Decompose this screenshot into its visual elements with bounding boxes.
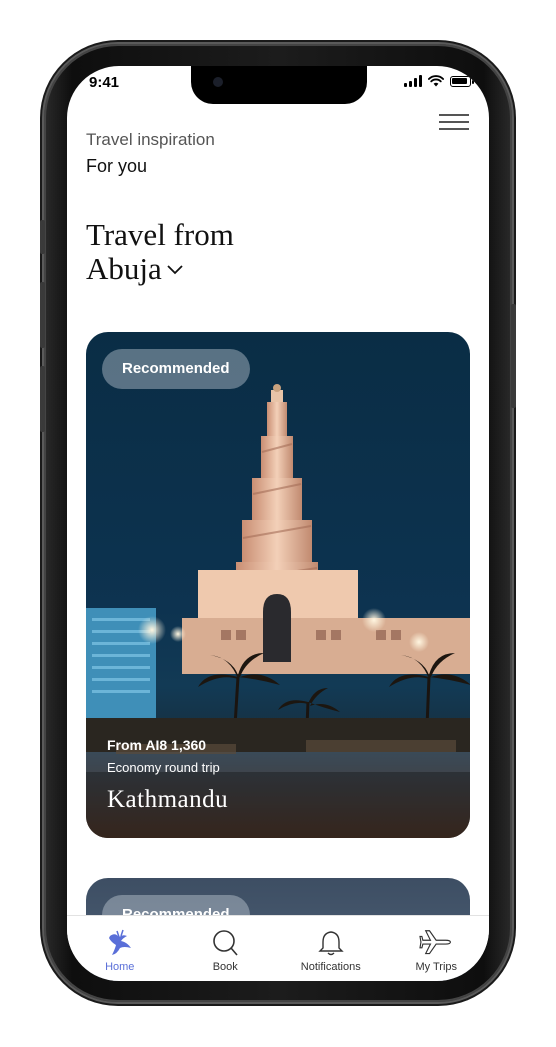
tab-notifications-label: Notifications [300, 961, 361, 973]
tab-home[interactable]: Home [75, 928, 165, 973]
wifi-icon [428, 75, 444, 87]
chevron-down-icon [167, 265, 183, 275]
status-icons [404, 75, 474, 87]
tab-my-trips[interactable]: My Trips [391, 928, 481, 973]
menu-button[interactable] [439, 114, 469, 132]
headline-text: Travel from [86, 217, 234, 252]
oryx-logo-icon [108, 929, 131, 955]
cellular-signal-icon [404, 75, 422, 87]
camera-icon [213, 77, 223, 87]
tab-notifications[interactable]: Notifications [286, 928, 376, 973]
recommended-badge: Recommended [102, 349, 250, 389]
travel-from-heading: Travel from Abuja [86, 218, 234, 286]
mute-switch [40, 220, 45, 254]
card-trip-type: Economy round trip [107, 760, 220, 775]
bottom-tab-bar: Home Book Notifications My Trips [67, 915, 489, 981]
tab-book[interactable]: Book [180, 928, 270, 973]
origin-city-label: Abuja [86, 251, 162, 286]
bell-icon [318, 931, 344, 956]
section-subtitle: Travel inspiration [86, 130, 215, 149]
origin-city-selector[interactable]: Abuja [86, 252, 234, 286]
tab-book-label: Book [212, 961, 238, 973]
battery-icon [450, 75, 474, 87]
status-time: 9:41 [89, 74, 120, 91]
tab-home-label: Home [105, 961, 135, 973]
notch [191, 66, 367, 104]
section-subtitle-secondary: For you [86, 156, 148, 176]
destination-card[interactable]: Recommended From AI8 1,360 Economy round… [86, 332, 470, 838]
volume-up-button [40, 282, 45, 348]
card-destination: Kathmandu [107, 786, 229, 813]
card-price: From AI8 1,360 [107, 737, 207, 753]
airplane-icon [419, 930, 452, 955]
power-button [511, 304, 516, 408]
search-icon [213, 930, 238, 956]
tab-my-trips-label: My Trips [415, 961, 458, 973]
app-screen: 9:41 Travel inspiration For you Travel f… [67, 66, 489, 981]
volume-down-button [40, 366, 45, 432]
